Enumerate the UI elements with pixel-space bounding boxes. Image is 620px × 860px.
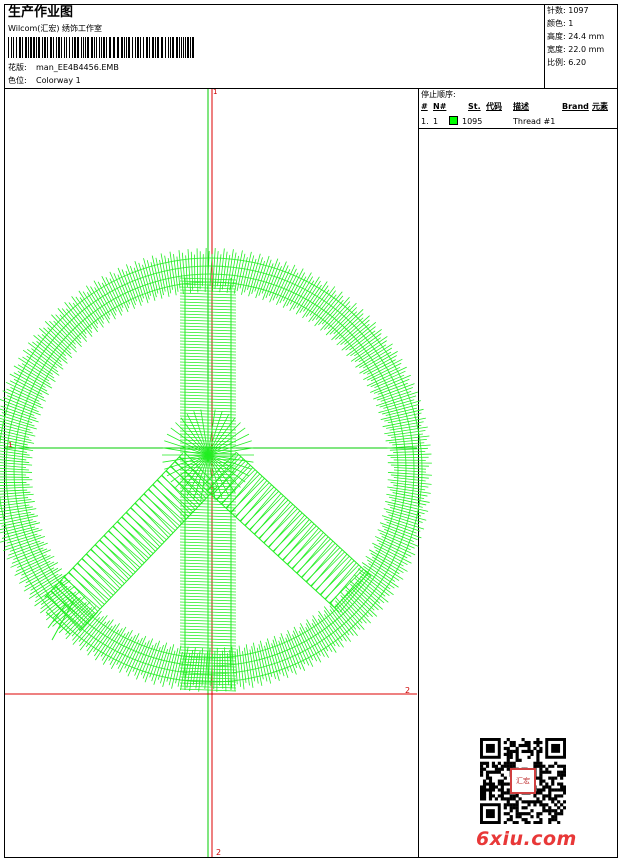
- peace-center-hub: [45, 409, 254, 641]
- marker-bottom: 2: [216, 848, 222, 857]
- watermark-text: 6xiu.com: [476, 828, 577, 850]
- qr-stamp-text: 汇宏: [516, 777, 530, 785]
- qr-stamp: 汇宏: [510, 768, 536, 794]
- marker-left: 1: [8, 441, 13, 449]
- marker-top: 1: [213, 88, 218, 96]
- peace-left-leg: [44, 451, 218, 631]
- marker-right: 2: [405, 686, 411, 695]
- qr-code: 汇宏: [480, 738, 567, 825]
- embroidery-design: [0, 89, 432, 857]
